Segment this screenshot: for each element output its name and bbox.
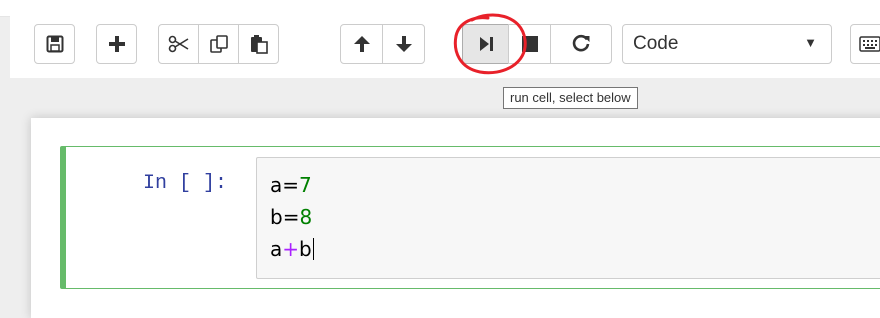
restart-icon — [572, 34, 590, 52]
plus-icon — [108, 36, 125, 52]
code-operator: = — [282, 173, 300, 197]
move-down-button[interactable] — [382, 24, 425, 64]
command-palette-button[interactable] — [850, 24, 880, 64]
code-var: a — [270, 237, 283, 261]
interrupt-button[interactable] — [508, 24, 551, 64]
stop-icon — [521, 36, 538, 52]
run-tooltip: run cell, select below — [503, 87, 638, 109]
code-var: b — [270, 205, 283, 229]
save-button[interactable] — [34, 24, 75, 64]
paste-icon — [250, 35, 268, 54]
code-operator: + — [282, 237, 300, 261]
copy-button[interactable] — [198, 24, 239, 64]
cut-button[interactable] — [158, 24, 199, 64]
paste-button[interactable] — [238, 24, 279, 64]
code-operator: = — [282, 205, 300, 229]
restart-button[interactable] — [550, 24, 612, 64]
input-prompt: In [ ]: — [143, 172, 228, 195]
arrow-up-icon — [353, 36, 370, 52]
arrow-down-icon — [395, 36, 412, 52]
run-cell-button[interactable] — [462, 24, 509, 64]
code-line: a+b — [270, 237, 314, 261]
cell-type-value: Code — [633, 33, 679, 54]
top-strip — [0, 0, 880, 17]
copy-icon — [209, 35, 228, 53]
notebook-toolbar: Code ▼ — [10, 16, 880, 78]
text-cursor — [312, 238, 314, 260]
code-var: b — [299, 237, 312, 261]
move-up-button[interactable] — [340, 24, 383, 64]
save-icon — [46, 35, 63, 53]
code-line: b=8 — [270, 205, 312, 229]
insert-cell-button[interactable] — [96, 24, 137, 64]
code-line: a=7 — [270, 173, 312, 197]
cut-icon — [168, 35, 188, 53]
code-number: 7 — [299, 173, 312, 197]
cell-type-select[interactable]: Code ▼ — [622, 24, 832, 64]
code-number: 8 — [299, 205, 313, 229]
code-var: a — [270, 173, 283, 197]
code-editor[interactable] — [256, 157, 880, 279]
run-next-icon — [479, 37, 493, 51]
chevron-down-icon: ▼ — [804, 35, 817, 50]
keyboard-icon — [859, 36, 880, 52]
